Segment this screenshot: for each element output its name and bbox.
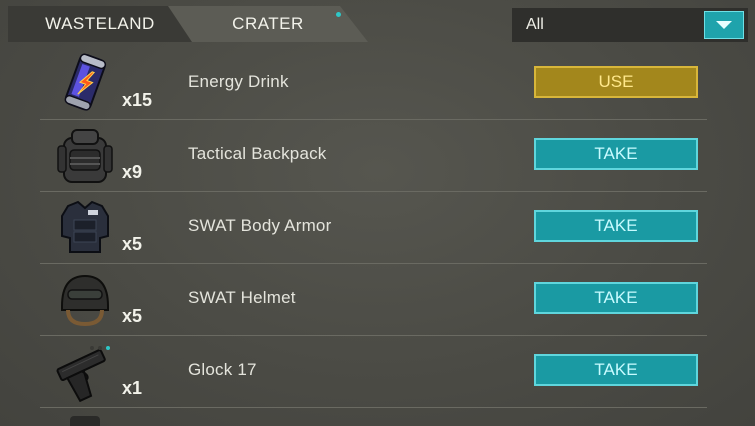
list-item: x1 Glock 17 TAKE [0, 336, 755, 408]
take-button[interactable]: TAKE [534, 138, 698, 170]
item-quantity: x5 [122, 306, 143, 326]
backpack-icon [54, 124, 116, 186]
item-name: Energy Drink [188, 72, 289, 91]
notification-dot [336, 12, 341, 17]
tab-wasteland[interactable]: WASTELAND [8, 6, 192, 42]
list-item [0, 408, 755, 426]
item-name: Glock 17 [188, 360, 257, 379]
item-name: SWAT Helmet [188, 288, 296, 307]
item-quantity: x1 [122, 378, 143, 398]
energy-drink-icon [54, 52, 116, 114]
helmet-icon [54, 268, 116, 330]
item-list: x15 Energy Drink USE x9 Tactical Backpac… [0, 48, 755, 426]
body-armor-icon [54, 196, 116, 258]
item-name: SWAT Body Armor [188, 216, 332, 235]
page-dot-active [106, 346, 110, 350]
take-button[interactable]: TAKE [534, 282, 698, 314]
list-item: x15 Energy Drink USE [0, 48, 755, 120]
dropdown-toggle-button[interactable] [704, 11, 744, 39]
item-name: Tactical Backpack [188, 144, 327, 163]
filter-dropdown[interactable]: All [512, 8, 748, 42]
item-quantity: x15 [122, 90, 153, 110]
use-button[interactable]: USE [534, 66, 698, 98]
page-dot [90, 346, 94, 350]
take-button[interactable]: TAKE [534, 210, 698, 242]
page-indicator [90, 346, 110, 350]
take-button[interactable]: TAKE [534, 354, 698, 386]
partial-item-icon [70, 416, 100, 426]
list-item: x9 Tactical Backpack TAKE [0, 120, 755, 192]
list-item: x5 SWAT Body Armor TAKE [0, 192, 755, 264]
list-item: x5 SWAT Helmet TAKE [0, 264, 755, 336]
top-bar: WASTELAND CRATER All [0, 0, 755, 48]
chevron-down-icon [716, 21, 732, 29]
tab-wasteland-label: WASTELAND [45, 14, 155, 33]
tab-crater-label: CRATER [232, 14, 304, 33]
item-quantity: x9 [122, 162, 143, 182]
filter-value: All [526, 16, 544, 33]
page-dot [98, 346, 102, 350]
item-quantity: x5 [122, 234, 143, 254]
